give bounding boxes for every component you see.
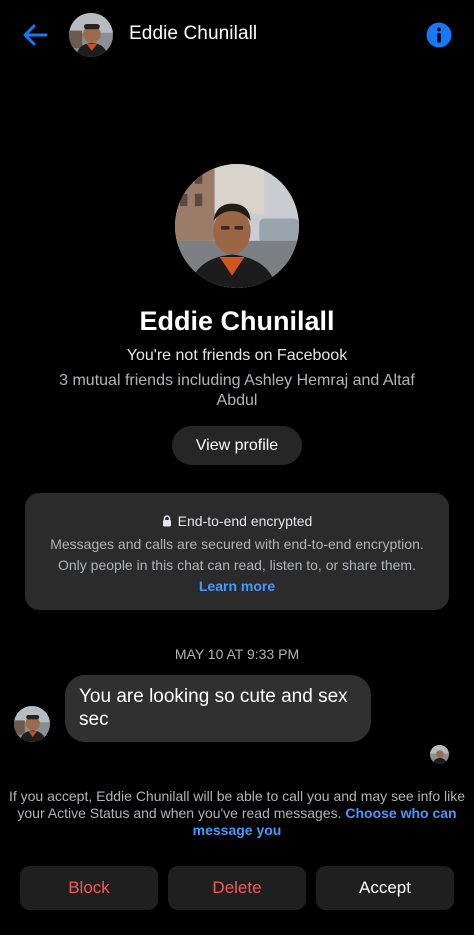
encryption-body: Messages and calls are secured with end-… [43, 534, 431, 597]
profile-avatar[interactable] [175, 164, 299, 288]
encryption-body-text: Messages and calls are secured with end-… [50, 536, 424, 573]
delete-button[interactable]: Delete [168, 866, 306, 910]
contact-name[interactable]: Eddie Chunilall [129, 23, 257, 45]
encryption-title-text: End-to-end encrypted [177, 513, 313, 529]
info-button[interactable] [426, 22, 452, 48]
info-icon [426, 22, 452, 48]
seen-indicator-avatar [430, 745, 449, 764]
chat-header: Eddie Chunilall [0, 0, 474, 70]
message-timestamp: MAY 10 AT 9:33 PM [174, 646, 300, 662]
learn-more-link[interactable]: Learn more [199, 578, 275, 594]
back-arrow-icon [23, 24, 48, 46]
sender-avatar[interactable] [14, 706, 50, 742]
lock-icon [162, 515, 171, 527]
message-bubble[interactable]: You are looking so cute and sex sec [65, 675, 371, 742]
encryption-title: End-to-end encrypted [25, 513, 449, 529]
back-button[interactable] [18, 20, 52, 50]
view-profile-button[interactable]: View profile [172, 426, 302, 465]
mutual-friends: 3 mutual friends including Ashley Hemraj… [59, 372, 415, 409]
block-button[interactable]: Block [20, 866, 158, 910]
profile-name: Eddie Chunilall [139, 306, 335, 336]
message-request-info: If you accept, Eddie Chunilall will be a… [8, 788, 466, 839]
header-avatar[interactable] [69, 13, 113, 57]
friendship-status: You're not friends on Facebook [126, 347, 348, 364]
accept-button[interactable]: Accept [316, 866, 454, 910]
encryption-notice: End-to-end encrypted Messages and calls … [25, 493, 449, 610]
